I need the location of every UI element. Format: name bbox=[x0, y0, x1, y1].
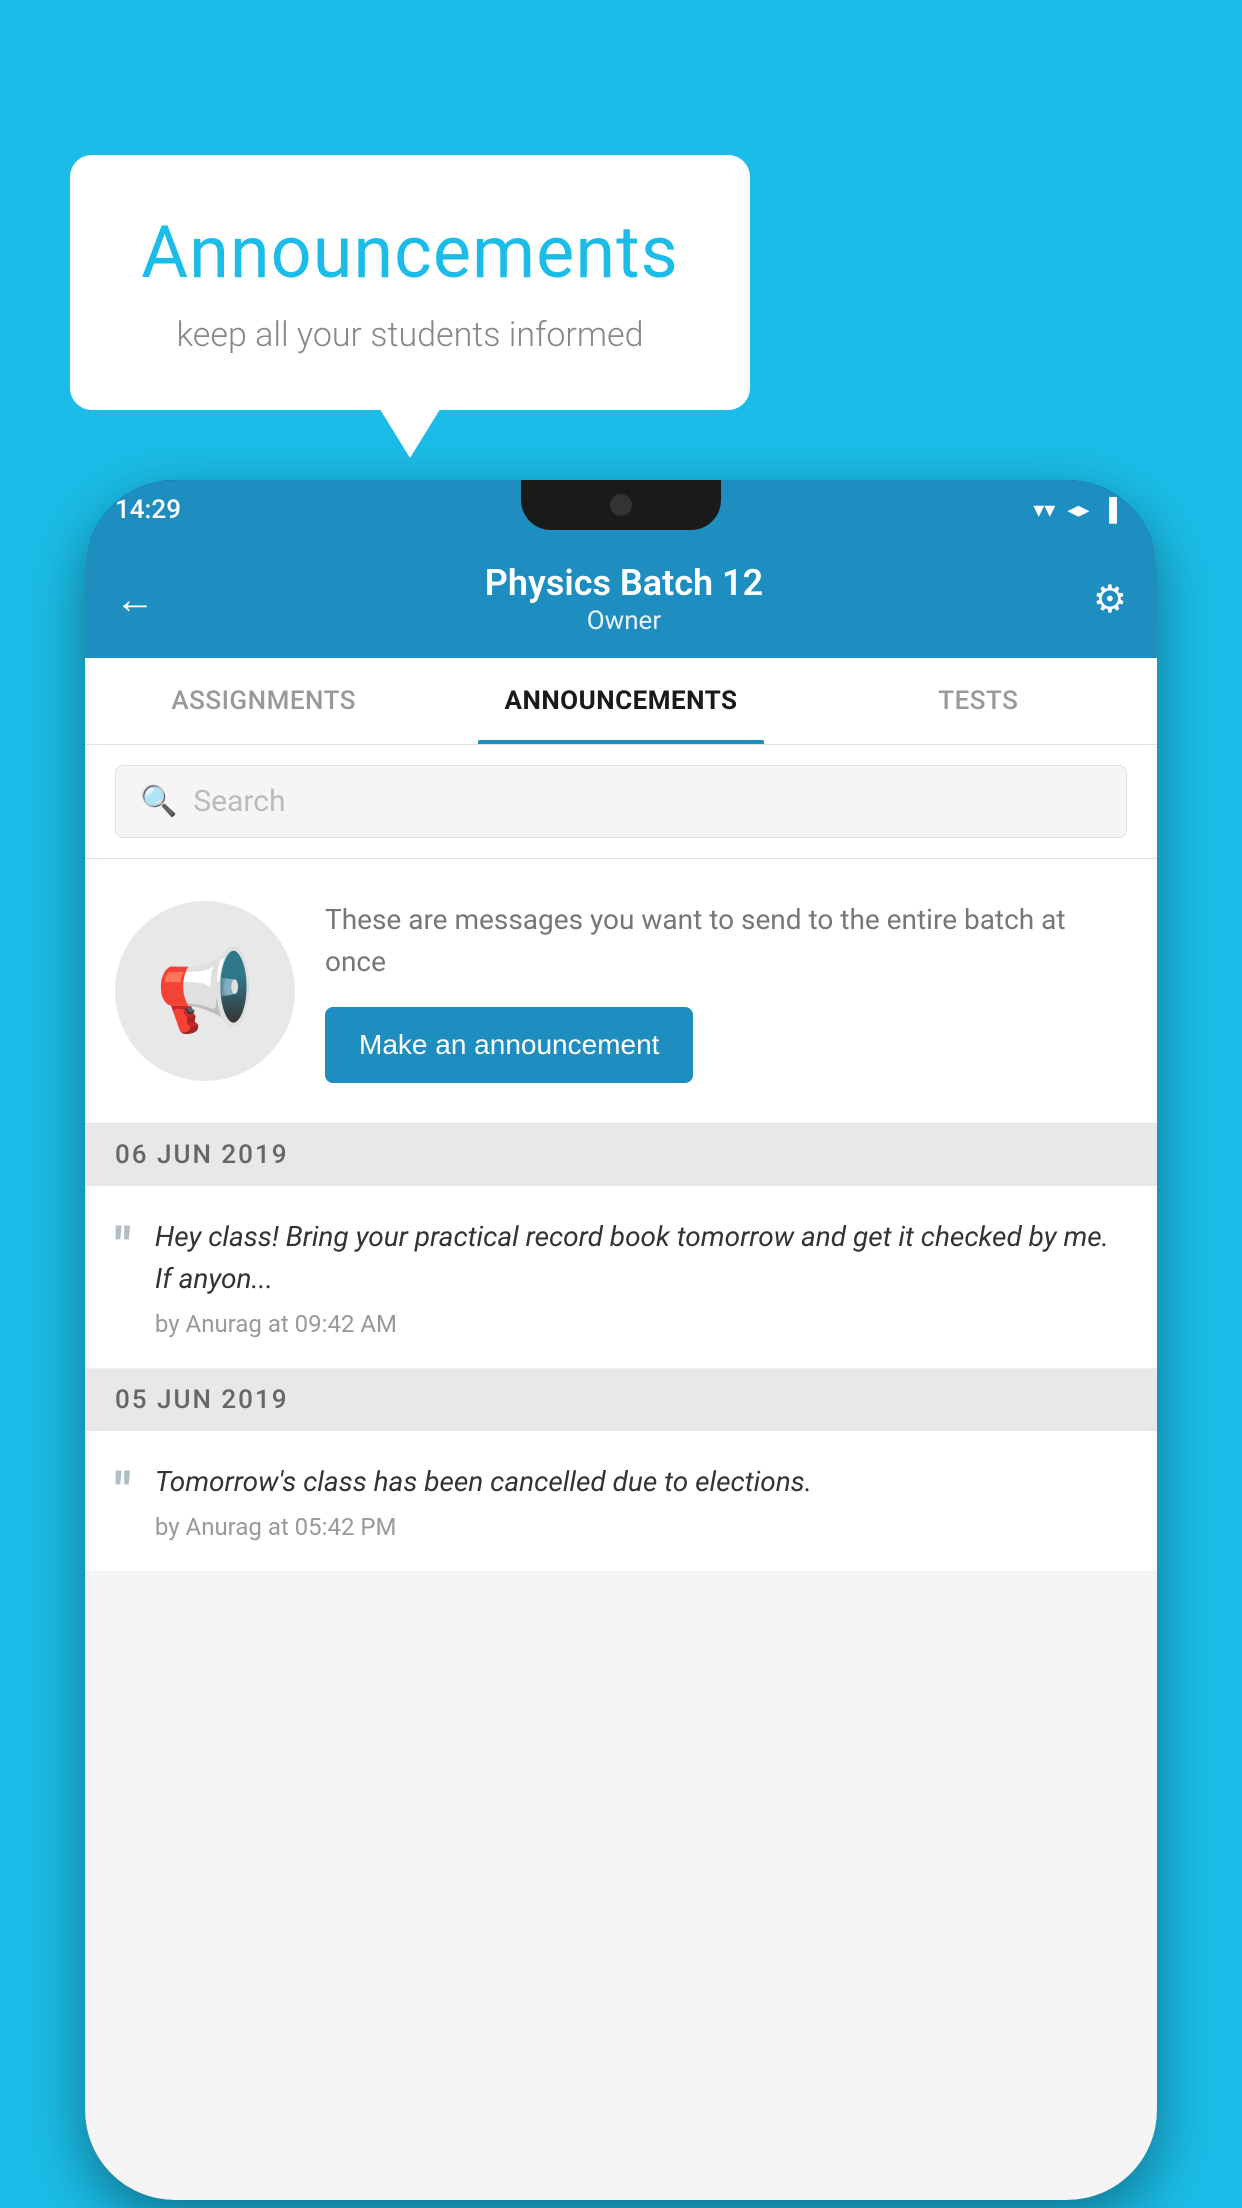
announcement-item-2: " Tomorrow's class has been cancelled du… bbox=[85, 1431, 1157, 1572]
battery-icon: ▐ bbox=[1101, 497, 1117, 523]
search-bar[interactable]: 🔍 Search bbox=[115, 765, 1127, 838]
status-time: 14:29 bbox=[115, 495, 181, 525]
quote-icon-1: " bbox=[115, 1222, 131, 1272]
header-title-group: Physics Batch 12 Owner bbox=[485, 562, 763, 636]
cta-description: These are messages you want to send to t… bbox=[325, 899, 1127, 983]
announcement-text-1: Hey class! Bring your practical record b… bbox=[155, 1216, 1127, 1300]
make-announcement-button[interactable]: Make an announcement bbox=[325, 1007, 693, 1083]
speech-bubble-container: Announcements keep all your students inf… bbox=[70, 155, 750, 410]
tab-assignments[interactable]: ASSIGNMENTS bbox=[85, 658, 442, 744]
tab-tests[interactable]: TESTS bbox=[800, 658, 1157, 744]
megaphone-circle: 📢 bbox=[115, 901, 295, 1081]
screen: ← Physics Batch 12 Owner ⚙ ASSIGNMENTS A… bbox=[85, 540, 1157, 2200]
signal-icon: ◂▸ bbox=[1067, 498, 1089, 523]
search-input[interactable]: Search bbox=[193, 784, 285, 819]
date-header-1: 06 JUN 2019 bbox=[85, 1124, 1157, 1186]
front-camera bbox=[610, 494, 632, 516]
announcement-item-1: " Hey class! Bring your practical record… bbox=[85, 1186, 1157, 1369]
search-container: 🔍 Search bbox=[85, 745, 1157, 859]
settings-gear-icon[interactable]: ⚙ bbox=[1093, 577, 1127, 622]
announcement-content-2: Tomorrow's class has been cancelled due … bbox=[155, 1461, 1127, 1541]
quote-icon-2: " bbox=[115, 1467, 131, 1517]
tab-announcements[interactable]: ANNOUNCEMENTS bbox=[442, 658, 799, 744]
cta-section: 📢 These are messages you want to send to… bbox=[85, 859, 1157, 1124]
announcement-meta-1: by Anurag at 09:42 AM bbox=[155, 1310, 1127, 1338]
cta-right: These are messages you want to send to t… bbox=[325, 899, 1127, 1083]
bubble-subtitle: keep all your students informed bbox=[130, 315, 690, 355]
wifi-icon: ▾▾ bbox=[1033, 498, 1055, 523]
back-button[interactable]: ← bbox=[115, 576, 155, 623]
speech-bubble: Announcements keep all your students inf… bbox=[70, 155, 750, 410]
phone-frame: 14:29 ▾▾ ◂▸ ▐ ← Physics Batch 12 Owner ⚙… bbox=[85, 480, 1157, 2200]
phone-container: 14:29 ▾▾ ◂▸ ▐ ← Physics Batch 12 Owner ⚙… bbox=[85, 480, 1157, 2200]
app-header: ← Physics Batch 12 Owner ⚙ bbox=[85, 540, 1157, 658]
bubble-title: Announcements bbox=[130, 210, 690, 295]
batch-title: Physics Batch 12 bbox=[485, 562, 763, 604]
announcement-text-2: Tomorrow's class has been cancelled due … bbox=[155, 1461, 1127, 1503]
megaphone-icon: 📢 bbox=[155, 944, 255, 1038]
owner-label: Owner bbox=[485, 606, 763, 636]
announcement-content-1: Hey class! Bring your practical record b… bbox=[155, 1216, 1127, 1338]
search-icon: 🔍 bbox=[140, 784, 177, 819]
phone-notch bbox=[521, 480, 721, 530]
date-header-2: 05 JUN 2019 bbox=[85, 1369, 1157, 1431]
status-icons: ▾▾ ◂▸ ▐ bbox=[1033, 497, 1117, 523]
tabs-bar: ASSIGNMENTS ANNOUNCEMENTS TESTS bbox=[85, 658, 1157, 745]
announcement-meta-2: by Anurag at 05:42 PM bbox=[155, 1513, 1127, 1541]
